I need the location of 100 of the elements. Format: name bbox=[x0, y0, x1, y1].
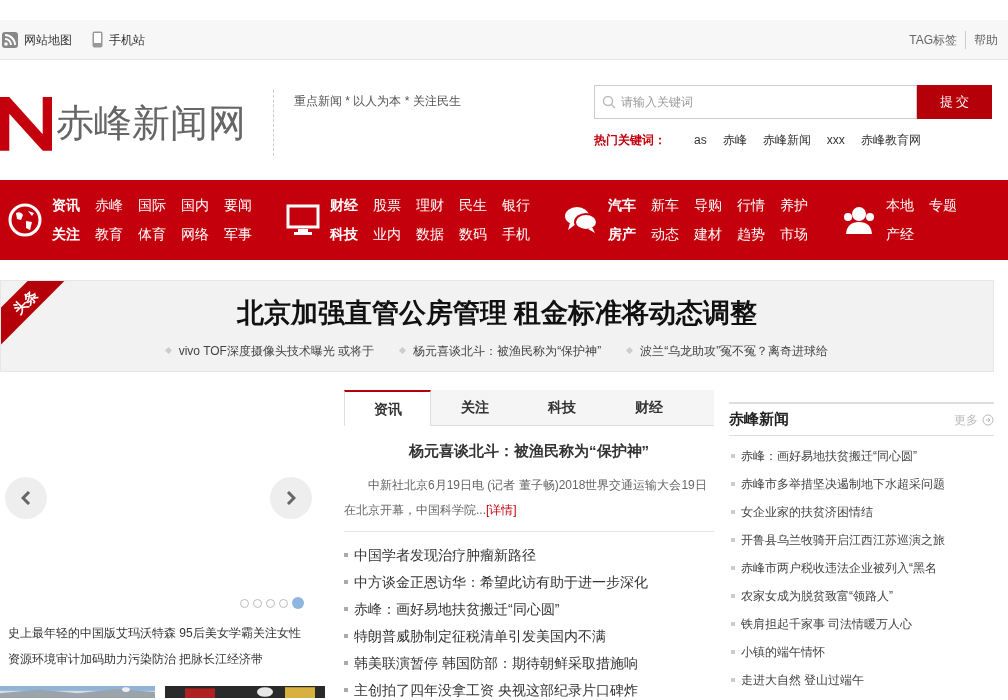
category-tab[interactable]: 关注 bbox=[431, 390, 518, 425]
news-link[interactable]: 资源环境审计加码助力污染防治 把脉长江经济带 bbox=[0, 650, 325, 668]
sitemap-link[interactable]: 网站地图 bbox=[2, 30, 72, 49]
nav-link[interactable]: 趋势 bbox=[737, 224, 765, 245]
hot-keyword-link[interactable]: 赤峰 bbox=[722, 131, 747, 149]
logo-text: 赤峰新闻网 bbox=[56, 100, 246, 146]
category-tab[interactable]: 财经 bbox=[605, 390, 692, 425]
nav-link[interactable]: 行情 bbox=[737, 195, 765, 216]
news-link[interactable]: 农家女成为脱贫致富“领路人” bbox=[729, 582, 994, 610]
nav-link[interactable]: 教育 bbox=[95, 224, 123, 245]
nav-link[interactable]: 财经 bbox=[330, 195, 358, 216]
nav-link[interactable]: 汽车 bbox=[608, 195, 636, 216]
slogan: 重点新闻 * 以人为本 * 关注民生 bbox=[294, 93, 462, 110]
phone-icon bbox=[92, 31, 103, 48]
top-link[interactable]: 帮助 bbox=[965, 30, 1006, 49]
news-link[interactable]: 特朗普威胁制定征税清单引发美国内不满 bbox=[344, 622, 714, 650]
news-link[interactable]: 赤峰：画好易地扶贫搬迁“同心圆” bbox=[729, 442, 994, 470]
previous-button[interactable] bbox=[5, 477, 47, 519]
bullet-icon bbox=[731, 622, 735, 626]
nav-link[interactable]: 国内 bbox=[181, 195, 209, 216]
nav-link[interactable]: 军事 bbox=[224, 224, 252, 245]
bullet-icon bbox=[731, 454, 735, 458]
mobile-site-link[interactable]: 手机站 bbox=[92, 30, 145, 49]
news-link[interactable]: 赤峰：画好易地扶贫搬迁“同心圆” bbox=[344, 595, 714, 623]
submit-button[interactable]: 提 交 bbox=[917, 85, 992, 119]
headline-link[interactable]: vivo TOF深度摄像头技术曝光 或将于 bbox=[165, 341, 375, 360]
bullet-icon bbox=[731, 538, 735, 542]
bullet-icon bbox=[344, 634, 348, 638]
ribbon-label: 头条 bbox=[8, 285, 42, 320]
news-link[interactable]: 中国学者发现治疗肿瘤新路径 bbox=[344, 541, 714, 569]
bullet-icon bbox=[344, 688, 348, 692]
nav-link[interactable]: 股票 bbox=[373, 195, 401, 216]
nav-link[interactable]: 手机 bbox=[502, 224, 530, 245]
feature-summary: 中新社北京6月19日电 (记者 董子畅)2018世界交通运输大会19日在北京开幕，中国科学院...[详情] bbox=[344, 476, 708, 519]
news-link[interactable]: 铁肩担起千家事 司法情暖万人心 bbox=[729, 610, 994, 638]
nav-link[interactable]: 网络 bbox=[181, 224, 209, 245]
hot-keyword-link[interactable]: as bbox=[694, 131, 707, 149]
details-link[interactable]: [详情] bbox=[486, 502, 517, 517]
nav-link[interactable]: 新车 bbox=[651, 195, 679, 216]
section-title: 赤峰新闻 bbox=[729, 409, 789, 430]
nav-link[interactable]: 数据 bbox=[416, 224, 444, 245]
news-link[interactable]: 女企业家的扶贫济困情结 bbox=[729, 498, 994, 526]
nav-link[interactable]: 导购 bbox=[694, 195, 722, 216]
nav-link[interactable]: 关注 bbox=[52, 224, 80, 245]
nav-link[interactable]: 动态 bbox=[651, 224, 679, 245]
bullet-icon bbox=[344, 661, 348, 665]
bullet-icon bbox=[731, 650, 735, 654]
news-link[interactable]: 史上最年轻的中国版艾玛沃特森 95后美女学霸关注女性 bbox=[0, 624, 325, 642]
hot-keyword-link[interactable]: 赤峰新闻 bbox=[762, 131, 811, 149]
headline-link[interactable]: 波兰“乌龙助攻”冤不冤？离奇进球给 bbox=[627, 341, 829, 360]
feature-title[interactable]: 杨元喜谈北斗：被渔民称为“保护神” bbox=[344, 440, 714, 463]
nav-link[interactable]: 本地 bbox=[886, 195, 914, 216]
nav-link[interactable]: 房产 bbox=[608, 224, 636, 245]
headline-title[interactable]: 北京加强直管公房管理 租金标准将动态调整 bbox=[236, 293, 758, 334]
news-link[interactable]: 走进大自然 登山过端午 bbox=[729, 666, 994, 694]
people-icon bbox=[842, 205, 876, 235]
nav-link[interactable]: 业内 bbox=[373, 224, 401, 245]
chat-icon bbox=[564, 205, 598, 235]
nav-link[interactable]: 产经 bbox=[886, 224, 914, 245]
logo-mark-icon bbox=[0, 94, 52, 152]
nav-link[interactable]: 养护 bbox=[780, 195, 808, 216]
nav-link[interactable]: 体育 bbox=[138, 224, 166, 245]
bullet-icon bbox=[731, 594, 735, 598]
globe-icon bbox=[8, 203, 42, 237]
news-link[interactable]: 开鲁县乌兰牧骑开启江西江苏巡演之旅 bbox=[729, 526, 994, 554]
nav-link[interactable]: 数码 bbox=[459, 224, 487, 245]
news-link[interactable]: 小镇的端午情怀 bbox=[729, 638, 994, 666]
nav-link[interactable]: 建材 bbox=[694, 224, 722, 245]
bullet-icon bbox=[731, 678, 735, 682]
news-link[interactable]: 赤峰市多举措坚决遏制地下水超采问题 bbox=[729, 470, 994, 498]
nav-link[interactable]: 银行 bbox=[502, 195, 530, 216]
search-icon bbox=[602, 95, 616, 109]
hot-keyword-link[interactable]: 赤峰教育网 bbox=[860, 131, 921, 149]
monitor-icon bbox=[286, 204, 320, 236]
top-link[interactable]: TAG标签 bbox=[901, 30, 965, 49]
news-link[interactable]: 中方谈金正恩访华：希望此访有助于进一步深化 bbox=[344, 568, 714, 596]
nav-link[interactable]: 市场 bbox=[780, 224, 808, 245]
bullet-icon bbox=[344, 607, 348, 611]
news-link[interactable]: 韩美联演暂停 韩国防部：期待朝鲜采取措施响 bbox=[344, 649, 714, 677]
arrow-circle-icon bbox=[982, 413, 994, 426]
nav-link[interactable]: 民生 bbox=[459, 195, 487, 216]
bullet-icon bbox=[731, 566, 735, 570]
nav-link[interactable]: 资讯 bbox=[52, 195, 80, 216]
nav-link[interactable]: 国际 bbox=[138, 195, 166, 216]
hot-keyword-link[interactable]: xxx bbox=[826, 131, 845, 149]
news-link[interactable]: 赤峰市两户税收违法企业被列入“黑名 bbox=[729, 554, 994, 582]
bullet-icon bbox=[344, 553, 348, 557]
nav-link[interactable]: 赤峰 bbox=[95, 195, 123, 216]
news-link[interactable]: 主创拍了四年没拿工资 央视这部纪录片口碑炸 bbox=[344, 676, 714, 700]
category-tab[interactable]: 科技 bbox=[518, 390, 605, 425]
next-button[interactable] bbox=[270, 477, 312, 519]
nav-link[interactable]: 专题 bbox=[929, 195, 957, 216]
nav-link[interactable]: 理财 bbox=[416, 195, 444, 216]
nav-link[interactable]: 科技 bbox=[330, 224, 358, 245]
nav-link[interactable]: 要闻 bbox=[224, 195, 252, 216]
headline-link[interactable]: 杨元喜谈北斗：被渔民称为“保护神” bbox=[400, 341, 602, 360]
search-field[interactable]: 请输入关键词 bbox=[594, 85, 917, 119]
chevron-left-icon bbox=[21, 491, 31, 505]
hot-keywords-label: 热门关键词： bbox=[594, 132, 667, 149]
category-tab[interactable]: 资讯 bbox=[344, 390, 431, 426]
